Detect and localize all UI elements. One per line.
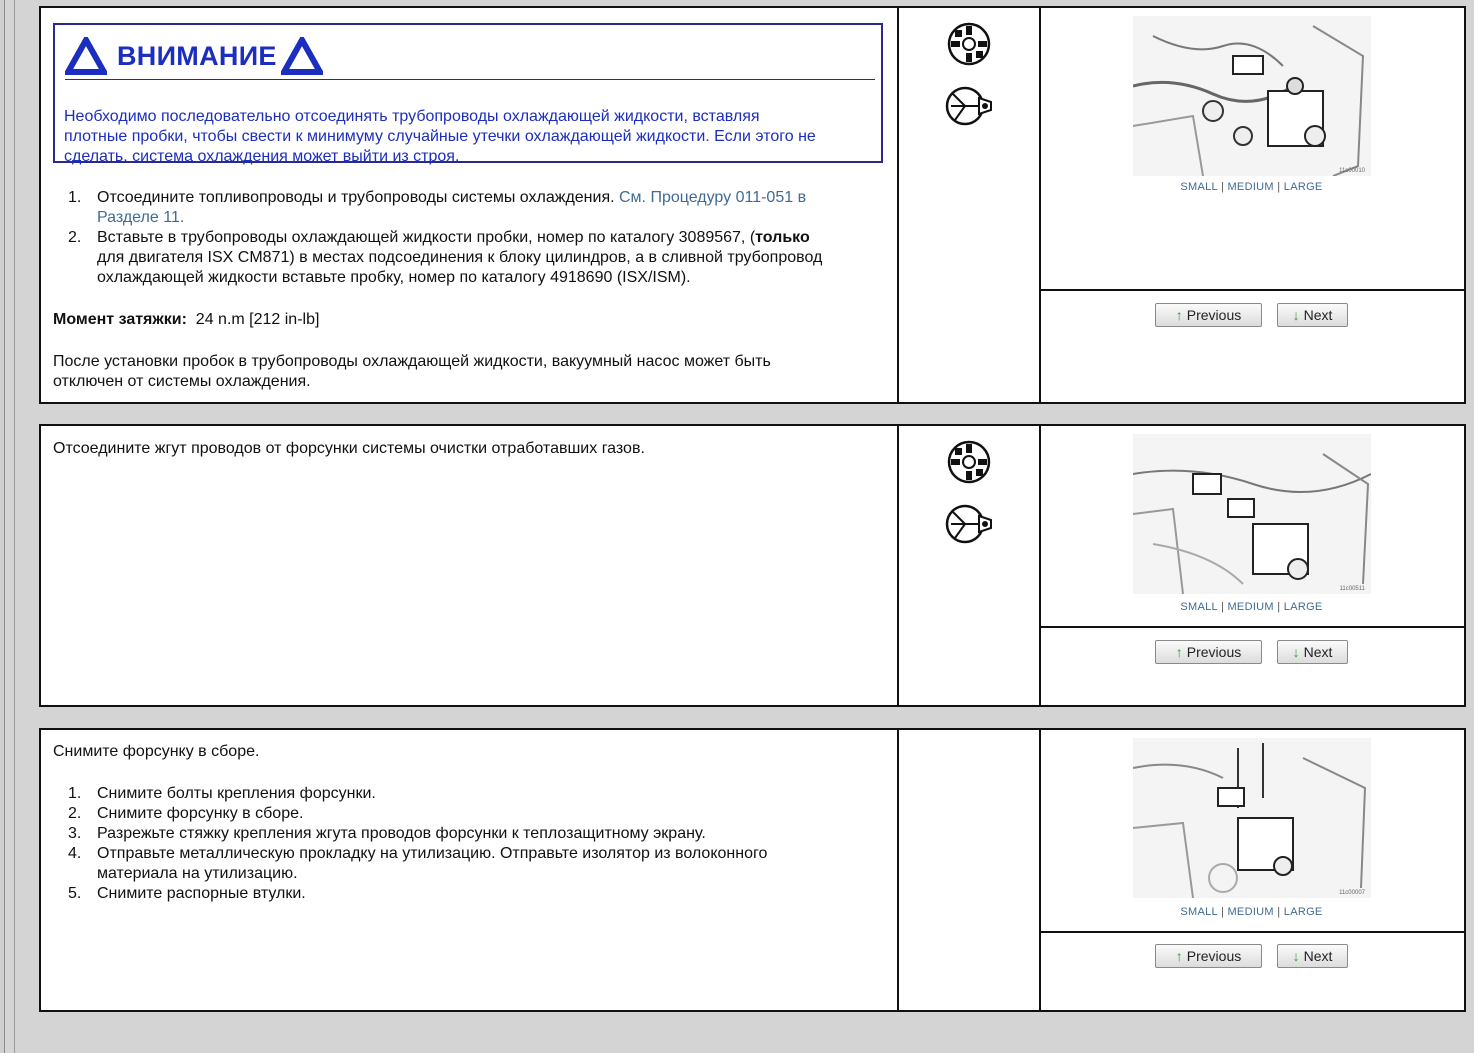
size-large-link[interactable]: LARGE	[1284, 906, 1323, 918]
wrench-tool-icon	[945, 86, 992, 126]
warning-title: ВНИМАНИЕ	[117, 41, 277, 71]
step-intro: Снимите форсунку в сборе.	[53, 743, 260, 760]
nav-divider	[1039, 626, 1464, 628]
up-arrow-icon: ↑	[1175, 307, 1183, 323]
size-small-link[interactable]: SMALL	[1180, 906, 1217, 918]
nav-divider	[1039, 289, 1464, 291]
warning-box: ВНИМАНИЕ Необходимо последовательно отсо…	[53, 23, 883, 165]
step-list: 1. Отсоедините топливопроводы и трубопро…	[68, 188, 888, 288]
step-text-column: Отсоедините жгут проводов от форсунки си…	[41, 426, 899, 705]
procedure-step-panel-1: ВНИМАНИЕ Необходимо последовательно отсо…	[39, 6, 1466, 404]
figure-code: 11c00511	[1339, 586, 1365, 592]
list-item: 2. Вставьте в трубопроводы охлаждающей ж…	[68, 229, 823, 286]
list-item: 4. Отправьте металлическую прокладку на …	[68, 845, 768, 882]
down-arrow-icon: ↓	[1292, 307, 1300, 323]
illustration-column: 11c00007 SMALL | MEDIUM | LARGE ↑ Previou…	[1039, 730, 1464, 1010]
illustration-image[interactable]: 11c00010	[1133, 16, 1371, 176]
wrench-tool-icon	[945, 504, 992, 544]
size-large-link[interactable]: LARGE	[1284, 181, 1323, 193]
image-size-links: SMALL | MEDIUM | LARGE	[1180, 601, 1323, 613]
size-small-link[interactable]: SMALL	[1180, 601, 1217, 613]
list-item: 3. Разрежьте стяжку крепления жгута пров…	[68, 825, 706, 842]
procedure-step-panel-2: Отсоедините жгут проводов от форсунки си…	[39, 424, 1466, 707]
image-size-links: SMALL | MEDIUM | LARGE	[1180, 181, 1323, 193]
illustration-image[interactable]: 11c00007	[1133, 738, 1371, 898]
next-button[interactable]: ↓ Next	[1277, 944, 1348, 968]
step-list: 1. Снимите болты крепления форсунки. 2. …	[68, 784, 888, 904]
warning-triangle-icon	[281, 37, 323, 75]
procedure-link[interactable]: См. Процедуру 011-051 в	[619, 189, 806, 206]
warning-text: Необходимо последовательно отсоединять т…	[64, 108, 816, 165]
step-text-column: ВНИМАНИЕ Необходимо последовательно отсо…	[41, 8, 899, 402]
tool-icons-column	[897, 8, 1041, 402]
image-size-links: SMALL | MEDIUM | LARGE	[1180, 906, 1323, 918]
size-small-link[interactable]: SMALL	[1180, 181, 1217, 193]
up-arrow-icon: ↑	[1175, 948, 1183, 964]
gear-tool-icon	[947, 440, 991, 484]
procedure-step-panel-3: Снимите форсунку в сборе. 1. Снимите бол…	[39, 728, 1466, 1012]
illustration-column: 11c00010 SMALL | MEDIUM | LARGE ↑ Previou…	[1039, 8, 1464, 402]
left-frame-edge	[0, 0, 5, 1053]
list-item: 2. Снимите форсунку в сборе.	[68, 805, 304, 822]
gear-tool-icon	[947, 22, 991, 66]
figure-code: 11c00010	[1339, 168, 1365, 174]
tool-icons-column	[897, 730, 1041, 1010]
size-medium-link[interactable]: MEDIUM	[1227, 906, 1273, 918]
nav-divider	[1039, 931, 1464, 933]
warning-triangle-icon	[65, 37, 107, 75]
next-button[interactable]: ↓ Next	[1277, 303, 1348, 327]
step-text-column: Снимите форсунку в сборе. 1. Снимите бол…	[41, 730, 899, 1010]
up-arrow-icon: ↑	[1175, 644, 1183, 660]
warning-header: ВНИМАНИЕ	[65, 35, 875, 80]
previous-button[interactable]: ↑ Previous	[1155, 640, 1262, 664]
list-item: 1. Отсоедините топливопроводы и трубопро…	[68, 189, 807, 226]
previous-button[interactable]: ↑ Previous	[1155, 303, 1262, 327]
size-medium-link[interactable]: MEDIUM	[1227, 181, 1273, 193]
left-frame-line	[14, 0, 15, 1053]
figure-code: 11c00007	[1339, 890, 1365, 896]
tool-icons-column	[897, 426, 1041, 705]
note-text: После установки пробок в трубопроводы ох…	[53, 353, 771, 390]
size-medium-link[interactable]: MEDIUM	[1227, 601, 1273, 613]
list-item: 1. Снимите болты крепления форсунки.	[68, 785, 376, 802]
size-large-link[interactable]: LARGE	[1284, 601, 1323, 613]
down-arrow-icon: ↓	[1292, 948, 1300, 964]
illustration-column: 11c00511 SMALL | MEDIUM | LARGE ↑ Previou…	[1039, 426, 1464, 705]
step-instruction: Отсоедините жгут проводов от форсунки си…	[53, 440, 645, 457]
down-arrow-icon: ↓	[1292, 644, 1300, 660]
torque-spec: Момент затяжки: 24 n.m [212 in-lb]	[53, 311, 320, 328]
illustration-image[interactable]: 11c00511	[1133, 434, 1371, 594]
section-link[interactable]: Разделе 11.	[97, 209, 184, 226]
next-button[interactable]: ↓ Next	[1277, 640, 1348, 664]
list-item: 5. Снимите распорные втулки.	[68, 885, 306, 902]
previous-button[interactable]: ↑ Previous	[1155, 944, 1262, 968]
